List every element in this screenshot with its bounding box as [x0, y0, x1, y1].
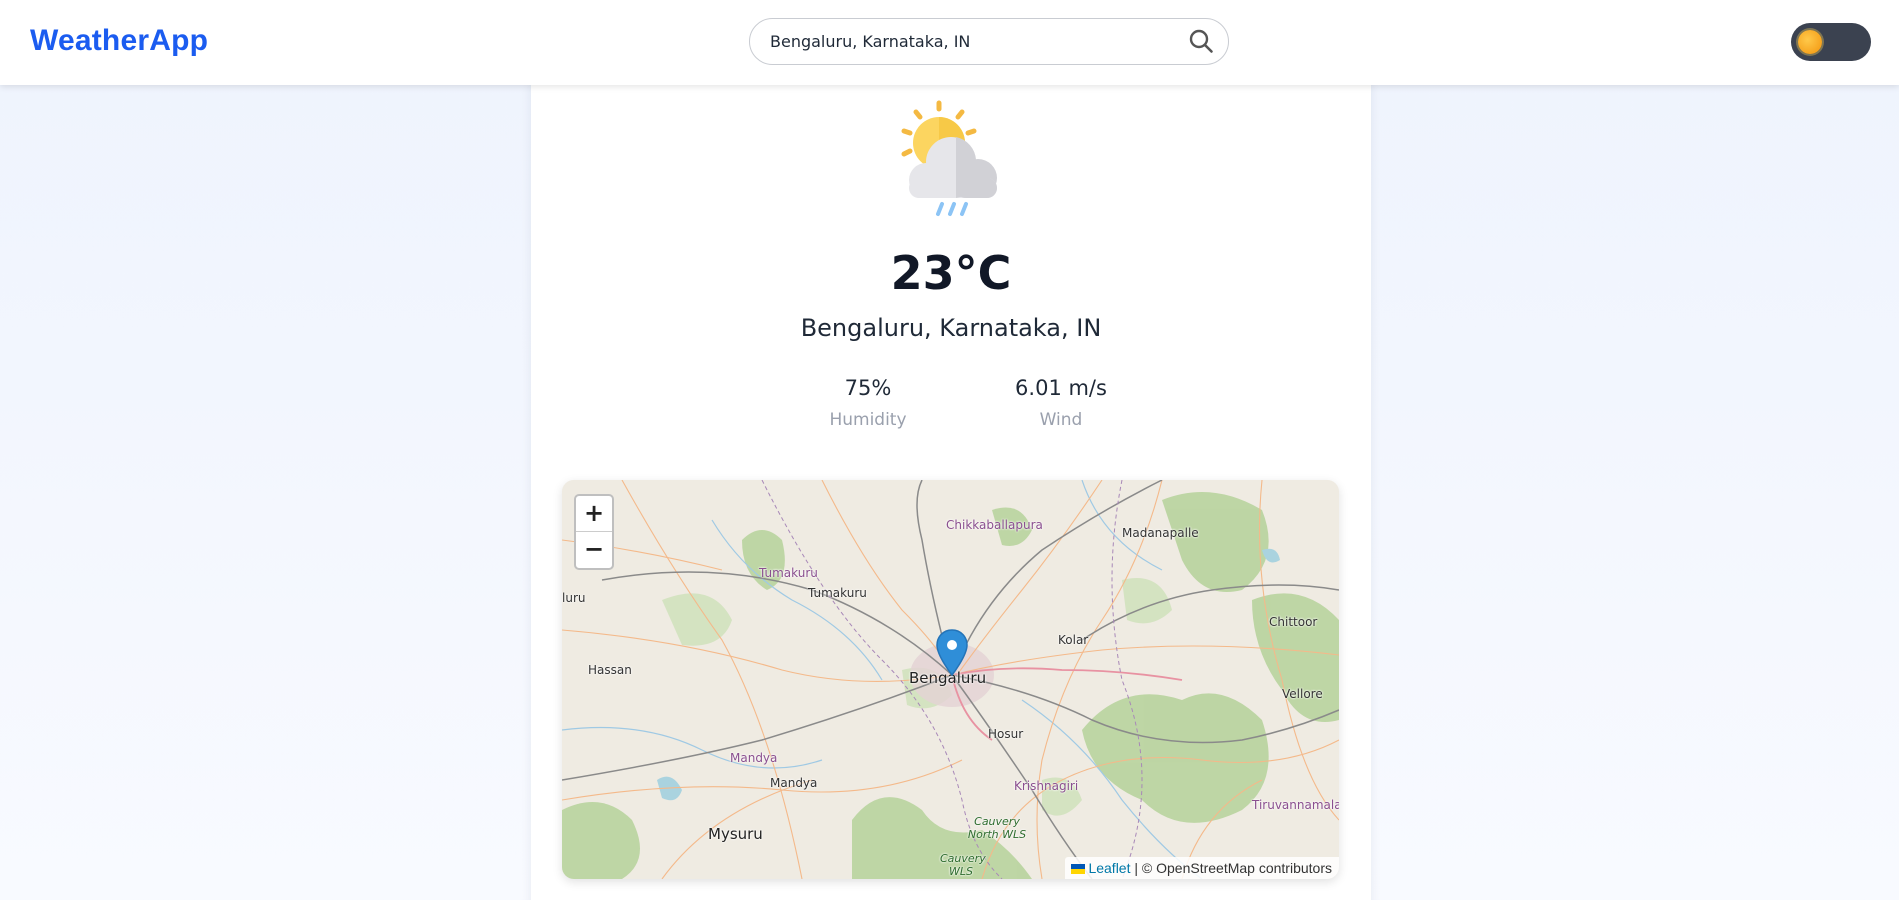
- wind-value: 6.01 m/s: [1015, 376, 1107, 400]
- humidity-label: Humidity: [829, 410, 907, 430]
- map-label-tumakuru: Tumakuru: [808, 586, 867, 600]
- map-attribution: Leaflet | © OpenStreetMap contributors: [1065, 857, 1339, 879]
- map-label-hosur: Hosur: [988, 727, 1024, 741]
- leaflet-link[interactable]: Leaflet: [1088, 860, 1130, 876]
- map-label-chittoor: Chittoor: [1269, 615, 1318, 629]
- humidity-stat: 75% Humidity: [788, 376, 948, 430]
- navbar: WeatherApp: [0, 0, 1899, 85]
- wind-label: Wind: [1039, 410, 1083, 430]
- ukraine-flag-icon: [1071, 864, 1086, 874]
- brand-logo[interactable]: WeatherApp: [30, 24, 208, 58]
- location-name: Bengaluru, Karnataka, IN: [800, 314, 1102, 342]
- zoom-out-button[interactable]: −: [576, 532, 612, 568]
- map-label-cauvery-north-wls: Cauvery North WLS: [967, 815, 1027, 841]
- search-input[interactable]: [770, 19, 1170, 63]
- map-pin-icon[interactable]: [935, 628, 969, 678]
- map-label-hassan: Hassan: [588, 663, 632, 677]
- map-label-chikkaballapura: Chikkaballapura: [946, 518, 1043, 532]
- map-label-cauvery-wls: Cauvery WLS: [940, 852, 986, 878]
- weather-card: 23°C Bengaluru, Karnataka, IN 75% Humidi…: [531, 78, 1371, 900]
- map-label-tiruvannamalai: Tiruvannamalai: [1252, 798, 1339, 812]
- theme-toggle[interactable]: [1791, 23, 1871, 61]
- sun-icon: [1798, 30, 1822, 54]
- map-label-krishnagiri: Krishnagiri: [1014, 779, 1079, 793]
- map-label-mysuru: Mysuru: [708, 825, 763, 843]
- map-label-vellore: Vellore: [1282, 687, 1323, 701]
- map-label-luru: luru: [562, 591, 586, 605]
- temperature: 23°C: [890, 246, 1012, 300]
- zoom-in-button[interactable]: +: [576, 496, 612, 532]
- map-label-tumakuru-region: Tumakuru: [759, 566, 818, 580]
- attribution-text: | © OpenStreetMap contributors: [1134, 860, 1332, 876]
- humidity-value: 75%: [844, 376, 892, 400]
- map-label-mandya-region: Mandya: [730, 751, 778, 765]
- wind-stat: 6.01 m/s Wind: [981, 376, 1141, 430]
- map-label-mandya: Mandya: [770, 776, 818, 790]
- map-label-kolar: Kolar: [1058, 633, 1089, 647]
- search-icon[interactable]: [1188, 28, 1214, 54]
- search-bar[interactable]: [749, 18, 1229, 65]
- map-label-madanapalle: Madanapalle: [1122, 526, 1199, 540]
- sun-cloud-rain-icon: [901, 100, 997, 216]
- location-map[interactable]: Chikkaballapura Madanapalle Tumakuru Tum…: [562, 480, 1339, 879]
- zoom-control: + −: [574, 494, 614, 570]
